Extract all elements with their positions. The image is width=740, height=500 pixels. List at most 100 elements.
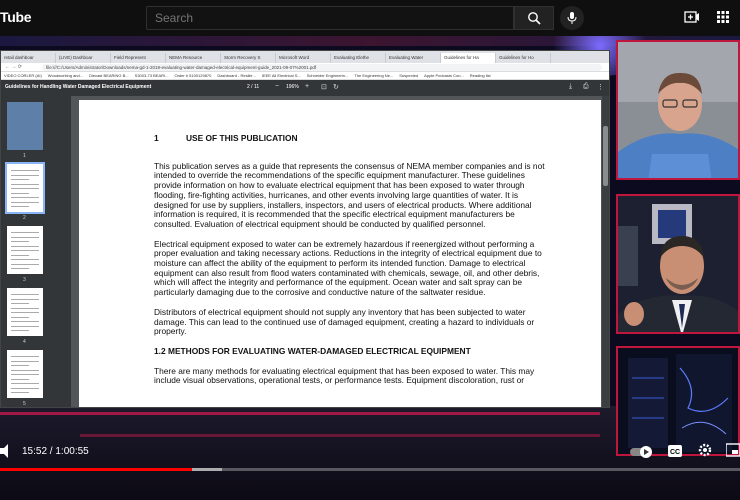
thumbnail-text-line — [11, 201, 39, 203]
print-icon[interactable]: ⎙ — [583, 83, 589, 91]
subtitles-button[interactable]: CC — [668, 444, 682, 462]
search-box[interactable] — [146, 6, 514, 30]
document-text: 1 USE OF THIS PUBLICATION This publicatio… — [154, 133, 554, 396]
bookmark-item[interactable]: VIDEO CORLER (AI) — [1, 73, 45, 78]
pdf-title: Guidelines for Handling Water Damaged El… — [5, 84, 152, 90]
paragraph: Electrical equipment exposed to water ca… — [154, 238, 542, 298]
thumbnail-text-line — [11, 330, 29, 331]
page-thumbnail[interactable] — [7, 288, 43, 336]
youtube-logo[interactable]: Tube — [0, 9, 32, 25]
paragraph: Distributors of electrical equipment sho… — [154, 306, 535, 337]
pdf-viewer[interactable]: 1 2 3 4 5 1 USE OF THIS PUBLICATION This… — [1, 96, 609, 407]
autoplay-toggle[interactable] — [630, 445, 654, 463]
browser-tab-bar: retail dashboar (LIVE) Dashboar Field Repr… — [1, 51, 609, 63]
thumbnail-text-line — [11, 197, 39, 198]
more-options-icon[interactable]: ⋮ — [597, 83, 604, 91]
pdf-scrollbar[interactable] — [602, 96, 609, 407]
bookmark-item[interactable]: Schneider Engineerin... — [304, 73, 352, 78]
browser-tab[interactable]: (LIVE) Dashboar — [56, 53, 111, 63]
participant-video — [618, 196, 738, 332]
pdf-page-indicator[interactable]: 2 / 11 — [247, 84, 259, 90]
video-progress-bar[interactable] — [0, 468, 740, 471]
thumbnail-text-line — [11, 369, 39, 371]
fit-page-icon[interactable]: ⊡ — [321, 83, 327, 91]
bookmark-item[interactable]: Woodworking and... — [45, 73, 86, 78]
time-display: 15:52 / 1:00:55 — [22, 446, 89, 457]
video-player[interactable]: retail dashboar (LIVE) Dashboar Field Repr… — [0, 36, 740, 500]
paragraph: There are many methods for evaluating el… — [154, 365, 535, 386]
thumbnail-text-line — [11, 254, 29, 256]
browser-tab[interactable]: Guidelines for Ho — [496, 53, 551, 63]
address-bar[interactable]: ← → ⟳ file:///C:/Users/Administrator/Dow… — [1, 63, 609, 72]
background-stripe — [80, 434, 600, 437]
thumbnail-text-line — [11, 298, 39, 300]
thumbnail-text-line — [11, 325, 39, 327]
bookmark-item[interactable]: Diecast BEARING B... — [86, 73, 132, 78]
bookmark-item[interactable]: Apple Podcasts Con... — [421, 73, 467, 78]
bookmark-item[interactable]: Dashboard - Resilie... — [214, 73, 258, 78]
search-button[interactable] — [514, 6, 554, 30]
bookmark-item[interactable]: S3003-73 BEARI... — [132, 73, 172, 78]
subtitles-icon: CC — [668, 445, 682, 457]
browser-tab[interactable]: Guidelines for Ha — [441, 53, 496, 63]
thumbnail-number: 5 — [23, 401, 26, 407]
thumbnail-text-line — [11, 250, 39, 251]
thumbnail-text-line — [11, 236, 39, 238]
browser-tab[interactable]: Storm Recovery S — [221, 53, 276, 63]
create-button[interactable] — [684, 10, 700, 29]
search-input[interactable] — [147, 7, 513, 29]
svg-text:CC: CC — [670, 449, 680, 456]
bookmark-item[interactable]: The Engineering Ne... — [351, 73, 396, 78]
thumbnail-text-line — [11, 259, 39, 260]
bookmarks-bar: VIDEO CORLER (AI) Woodworking and... Dieca… — [1, 72, 609, 80]
bookmark-item[interactable]: Reading list — [467, 73, 494, 78]
browser-tab[interactable]: Microsoft Word — [276, 53, 331, 63]
thumbnail-text-line — [11, 241, 29, 242]
browser-tab[interactable]: Evaluating Water — [386, 53, 441, 63]
thumbnail-text-line — [11, 374, 39, 375]
address-url[interactable]: file:///C:/Users/Administrator/Downloads… — [41, 63, 602, 71]
page-thumbnail[interactable] — [7, 350, 43, 398]
browser-tab[interactable]: NEMA Resource — [166, 53, 221, 63]
thumbnail-text-line — [11, 365, 29, 366]
page-thumbnail[interactable] — [7, 226, 43, 274]
scrollbar-thumb[interactable] — [603, 126, 608, 186]
rotate-icon[interactable]: ↻ — [333, 83, 339, 91]
thumbnail-text-line — [11, 356, 39, 357]
youtube-watch-page: Tube retail dashboar(LIVE) Da — [0, 0, 740, 500]
participant-video — [618, 42, 738, 178]
miniplayer-button[interactable] — [725, 443, 740, 462]
zoom-in-icon[interactable]: + — [305, 83, 309, 90]
section-number: 1 — [154, 133, 159, 143]
apps-button[interactable] — [716, 10, 730, 29]
pdf-page-current[interactable]: 2 — [247, 84, 250, 90]
thumbnail-text-line — [11, 245, 39, 247]
youtube-header: Tube — [0, 0, 740, 36]
shared-browser-window: retail dashboar (LIVE) Dashboar Field Repr… — [0, 50, 610, 408]
pdf-zoom-level[interactable]: 196% — [286, 84, 299, 90]
thumbnail-text-line — [11, 188, 39, 189]
section-title: USE OF THIS PUBLICATION — [186, 133, 298, 143]
browser-tab[interactable]: retail dashboar — [1, 53, 56, 63]
thumbnail-text-line — [11, 378, 29, 380]
zoom-out-icon[interactable]: − — [275, 83, 279, 90]
bookmark-item[interactable]: Suspected — [396, 73, 421, 78]
voice-search-button[interactable] — [560, 6, 584, 30]
bookmark-item[interactable]: Order # 5100129870 — [171, 73, 214, 78]
settings-button[interactable] — [698, 443, 712, 462]
browser-tab[interactable]: Field Represent — [111, 53, 166, 63]
bookmark-item[interactable]: IEEE All Electrical S... — [259, 73, 304, 78]
page-thumbnail[interactable] — [7, 102, 43, 150]
thumbnail-number: 2 — [23, 215, 26, 221]
download-icon[interactable]: ⤓ — [569, 83, 572, 91]
volume-button[interactable] — [0, 444, 12, 463]
page-thumbnail-selected[interactable] — [5, 162, 45, 214]
webcam-participant-1 — [616, 40, 740, 180]
thumbnail-text-line — [11, 321, 39, 322]
thumbnail-text-line — [11, 192, 29, 194]
thumbnail-text-line — [11, 387, 39, 389]
browser-tab[interactable]: Evaluating Elethe — [331, 53, 386, 63]
thumbnail-number: 3 — [23, 277, 26, 283]
nav-arrows-icon[interactable]: ← → ⟳ — [5, 64, 22, 70]
volume-muted-icon — [0, 444, 8, 458]
